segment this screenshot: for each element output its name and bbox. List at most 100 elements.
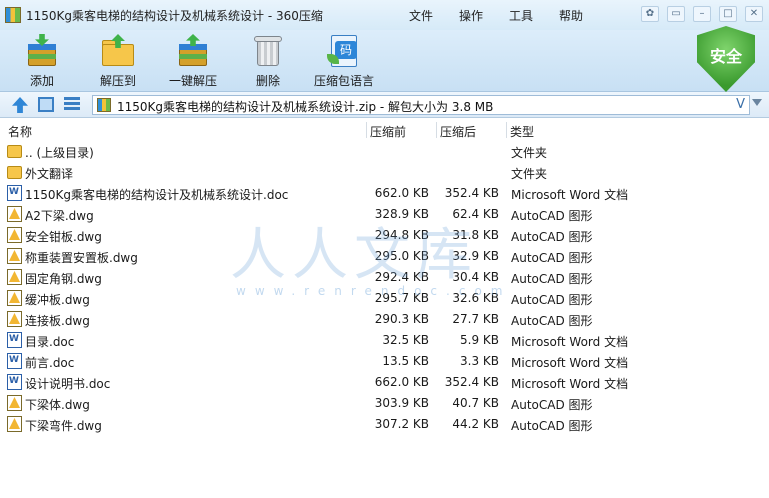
file-name: A2下梁.dwg bbox=[25, 209, 94, 223]
file-packed-size: 62.4 KB bbox=[452, 207, 499, 221]
column-divider[interactable] bbox=[436, 122, 437, 138]
menu-help[interactable]: 帮助 bbox=[546, 7, 596, 24]
file-name: 连接板.dwg bbox=[25, 314, 90, 328]
autocad-dwg-icon bbox=[7, 248, 22, 264]
column-divider[interactable] bbox=[366, 122, 367, 138]
maximize-icon[interactable]: □ bbox=[719, 6, 737, 22]
close-icon[interactable]: ✕ bbox=[745, 6, 763, 22]
list-view-icon[interactable] bbox=[64, 97, 80, 112]
file-type: AutoCAD 图形 bbox=[511, 293, 593, 307]
column-type[interactable]: 类型 bbox=[510, 123, 534, 140]
column-packed[interactable]: 压缩后 bbox=[440, 123, 476, 140]
add-button[interactable]: 添加 bbox=[6, 32, 78, 90]
file-name: 前言.doc bbox=[25, 356, 75, 370]
file-type: AutoCAD 图形 bbox=[511, 251, 593, 265]
window-title: 1150Kg乘客电梯的结构设计及机械系统设计 - 360压缩 bbox=[26, 8, 323, 23]
file-row[interactable]: A2下梁.dwg 328.9 KB 62.4 KB AutoCAD 图形 bbox=[0, 204, 769, 225]
file-row[interactable]: 下梁体.dwg 303.9 KB 40.7 KB AutoCAD 图形 bbox=[0, 393, 769, 414]
skin-icon[interactable]: ✿ bbox=[641, 6, 659, 22]
file-type: Microsoft Word 文档 bbox=[511, 356, 629, 370]
path-dropdown-icon[interactable]: V bbox=[736, 97, 745, 112]
file-row[interactable]: 外文翻译 文件夹 bbox=[0, 162, 769, 183]
column-size[interactable]: 压缩前 bbox=[370, 123, 406, 140]
file-size: 292.4 KB bbox=[374, 270, 429, 284]
title-bar: 1150Kg乘客电梯的结构设计及机械系统设计 - 360压缩 文件 操作 工具 … bbox=[0, 0, 769, 30]
file-size: 290.3 KB bbox=[374, 312, 429, 326]
app-icon bbox=[5, 7, 21, 23]
menu-file[interactable]: 文件 bbox=[396, 7, 446, 24]
file-packed-size: 32.9 KB bbox=[452, 249, 499, 263]
archive-language-icon: 码 bbox=[327, 34, 361, 68]
file-row[interactable]: 前言.doc 13.5 KB 3.3 KB Microsoft Word 文档 bbox=[0, 351, 769, 372]
file-type: AutoCAD 图形 bbox=[511, 209, 593, 223]
menu-tools[interactable]: 工具 bbox=[496, 7, 546, 24]
file-row[interactable]: 称重装置安置板.dwg 295.0 KB 32.9 KB AutoCAD 图形 bbox=[0, 246, 769, 267]
file-name: 安全钳板.dwg bbox=[25, 230, 102, 244]
file-type: AutoCAD 图形 bbox=[511, 230, 593, 244]
file-packed-size: 352.4 KB bbox=[444, 186, 499, 200]
file-row[interactable]: 1150Kg乘客电梯的结构设计及机械系统设计.doc 662.0 KB 352.… bbox=[0, 183, 769, 204]
file-packed-size: 3.3 KB bbox=[460, 354, 499, 368]
folder-icon bbox=[7, 145, 22, 158]
history-dropdown-icon[interactable] bbox=[752, 99, 762, 106]
word-doc-icon bbox=[7, 353, 22, 369]
feedback-icon[interactable]: ▭ bbox=[667, 6, 685, 22]
minimize-icon[interactable]: – bbox=[693, 6, 711, 22]
file-name: 固定角钢.dwg bbox=[25, 272, 102, 286]
autocad-dwg-icon bbox=[7, 206, 22, 222]
file-size: 662.0 KB bbox=[374, 375, 429, 389]
file-row-parent-dir[interactable]: .. (上级目录) 文件夹 bbox=[0, 141, 769, 162]
file-row[interactable]: 下梁弯件.dwg 307.2 KB 44.2 KB AutoCAD 图形 bbox=[0, 414, 769, 435]
file-size: 307.2 KB bbox=[374, 417, 429, 431]
toolbar: 添加 解压到 一键解压 删除 码 压缩包语言 bbox=[0, 30, 769, 92]
add-icon bbox=[25, 34, 59, 68]
file-name: .. (上级目录) bbox=[25, 146, 94, 160]
word-doc-icon bbox=[7, 185, 22, 201]
file-size: 328.9 KB bbox=[374, 207, 429, 221]
one-click-extract-label: 一键解压 bbox=[168, 74, 217, 88]
file-packed-size: 5.9 KB bbox=[460, 333, 499, 347]
extract-to-label: 解压到 bbox=[99, 74, 136, 88]
window-controls: ✿ ▭ – □ ✕ bbox=[641, 6, 763, 22]
file-packed-size: 352.4 KB bbox=[444, 375, 499, 389]
file-type: AutoCAD 图形 bbox=[511, 314, 593, 328]
autocad-dwg-icon bbox=[7, 416, 22, 432]
file-row[interactable]: 设计说明书.doc 662.0 KB 352.4 KB Microsoft Wo… bbox=[0, 372, 769, 393]
thumbnail-view-icon[interactable] bbox=[38, 97, 54, 112]
file-name: 缓冲板.dwg bbox=[25, 293, 90, 307]
file-size: 13.5 KB bbox=[382, 354, 429, 368]
column-divider[interactable] bbox=[506, 122, 507, 138]
file-size: 662.0 KB bbox=[374, 186, 429, 200]
file-name: 1150Kg乘客电梯的结构设计及机械系统设计.doc bbox=[25, 188, 289, 202]
one-click-extract-icon bbox=[176, 34, 210, 68]
file-row[interactable]: 固定角钢.dwg 292.4 KB 30.4 KB AutoCAD 图形 bbox=[0, 267, 769, 288]
folder-icon bbox=[7, 166, 22, 179]
file-type: AutoCAD 图形 bbox=[511, 419, 593, 433]
file-list: .. (上级目录) 文件夹 外文翻译 文件夹 1150Kg乘客电梯的结构设计及机… bbox=[0, 141, 769, 435]
path-field[interactable]: 1150Kg乘客电梯的结构设计及机械系统设计.zip - 解包大小为 3.8 M… bbox=[92, 95, 750, 115]
file-name: 设计说明书.doc bbox=[25, 377, 111, 391]
file-row[interactable]: 安全钳板.dwg 294.8 KB 31.8 KB AutoCAD 图形 bbox=[0, 225, 769, 246]
file-size: 294.8 KB bbox=[374, 228, 429, 242]
file-size: 295.0 KB bbox=[374, 249, 429, 263]
file-packed-size: 31.8 KB bbox=[452, 228, 499, 242]
autocad-dwg-icon bbox=[7, 290, 22, 306]
add-label: 添加 bbox=[29, 74, 54, 88]
menu-operate[interactable]: 操作 bbox=[446, 7, 496, 24]
up-level-button[interactable] bbox=[12, 97, 28, 113]
file-packed-size: 30.4 KB bbox=[452, 270, 499, 284]
delete-button[interactable]: 删除 bbox=[232, 32, 304, 90]
extract-to-button[interactable]: 解压到 bbox=[82, 32, 154, 90]
file-packed-size: 32.6 KB bbox=[452, 291, 499, 305]
file-list-header: 名称 压缩前 压缩后 类型 bbox=[0, 120, 769, 140]
file-size: 32.5 KB bbox=[382, 333, 429, 347]
up-arrow-icon bbox=[12, 97, 28, 113]
word-doc-icon bbox=[7, 374, 22, 390]
file-row[interactable]: 缓冲板.dwg 295.7 KB 32.6 KB AutoCAD 图形 bbox=[0, 288, 769, 309]
file-row[interactable]: 目录.doc 32.5 KB 5.9 KB Microsoft Word 文档 bbox=[0, 330, 769, 351]
zip-archive-icon bbox=[97, 98, 111, 112]
archive-language-button[interactable]: 码 压缩包语言 bbox=[308, 32, 380, 90]
file-row[interactable]: 连接板.dwg 290.3 KB 27.7 KB AutoCAD 图形 bbox=[0, 309, 769, 330]
one-click-extract-button[interactable]: 一键解压 bbox=[157, 32, 229, 90]
column-name[interactable]: 名称 bbox=[8, 123, 32, 140]
